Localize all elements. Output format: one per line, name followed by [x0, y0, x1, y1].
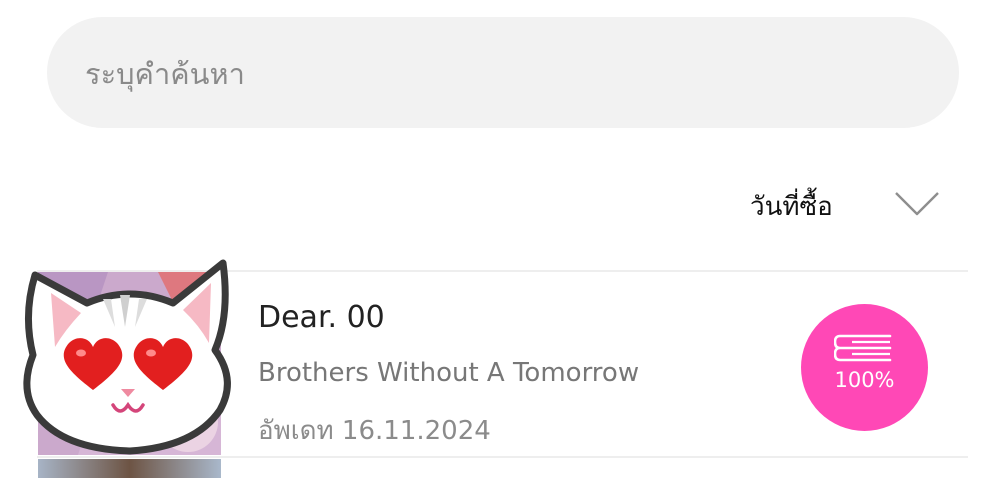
sort-dropdown[interactable]: วันที่ซื้อ: [744, 178, 954, 230]
book-cover-next[interactable]: [38, 459, 221, 478]
item-updated-date: อัพเดท 16.11.2024: [258, 416, 491, 446]
sort-label: วันที่ซื้อ: [750, 192, 833, 222]
item-subtitle: Brothers Without A Tomorrow: [258, 358, 640, 388]
book-icon: [834, 334, 892, 362]
library-page: วันที่ซื้อ Dear. 00 Brothers Without A T…: [0, 0, 1000, 478]
search-input[interactable]: [83, 17, 927, 130]
item-title[interactable]: Dear. 00: [258, 300, 385, 335]
read-progress-button[interactable]: 100%: [801, 304, 928, 431]
progress-percent: 100%: [834, 368, 895, 392]
cat-heart-eyes-sticker: [23, 259, 231, 455]
search-bar[interactable]: [47, 17, 959, 130]
chevron-down-icon: [895, 192, 939, 216]
